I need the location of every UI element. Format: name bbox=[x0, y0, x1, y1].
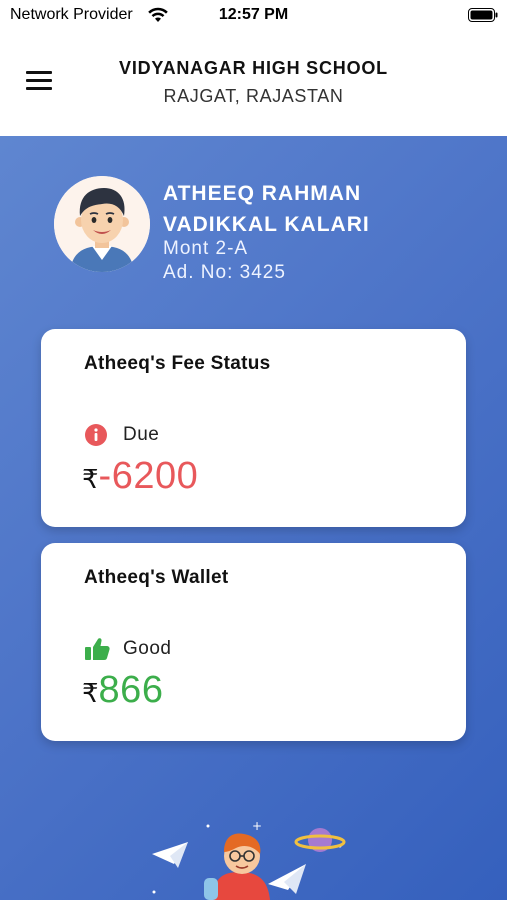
battery-icon bbox=[468, 8, 498, 22]
main-content: ATHEEQ RAHMAN VADIKKAL KALARI Mont 2-A A… bbox=[0, 136, 507, 900]
wallet-amount-value: 866 bbox=[98, 669, 164, 711]
app-header: VIDYANAGAR HIGH SCHOOL RAJGAT, RAJASTAN bbox=[0, 32, 507, 136]
thumbs-up-icon bbox=[84, 637, 110, 661]
svg-text:+: + bbox=[252, 819, 262, 833]
student-name-line1: ATHEEQ RAHMAN bbox=[163, 182, 362, 205]
student-name-line2: VADIKKAL KALARI bbox=[163, 213, 370, 236]
wallet-currency: ₹ bbox=[82, 678, 99, 708]
school-location: RAJGAT, RAJASTAN bbox=[163, 86, 344, 106]
student-name: ATHEEQ RAHMAN VADIKKAL KALARI bbox=[163, 178, 483, 240]
fee-status-label: Due bbox=[123, 424, 160, 445]
wallet-amount: ₹866 bbox=[82, 669, 163, 712]
info-icon bbox=[84, 423, 108, 447]
wallet-status-label: Good bbox=[123, 638, 172, 659]
student-avatar[interactable] bbox=[54, 176, 150, 272]
school-name: VIDYANAGAR HIGH SCHOOL bbox=[119, 58, 388, 78]
clock-time: 12:57 PM bbox=[218, 6, 289, 23]
fee-amount: ₹-6200 bbox=[82, 455, 198, 498]
fee-currency: ₹ bbox=[82, 464, 99, 494]
fee-card-title: Atheeq's Fee Status bbox=[84, 353, 271, 374]
student-class: Mont 2-A bbox=[163, 238, 249, 259]
wallet-card-title: Atheeq's Wallet bbox=[84, 567, 229, 588]
status-bar: Network Provider 12:57 PM bbox=[0, 0, 507, 32]
wallet-card[interactable]: Atheeq's Wallet Good ₹866 bbox=[41, 543, 466, 741]
fee-amount-value: -6200 bbox=[98, 455, 199, 497]
kid-rocket-illustration: + bbox=[140, 806, 370, 900]
fee-status-card[interactable]: Atheeq's Fee Status Due ₹-6200 bbox=[41, 329, 466, 527]
admission-number: Ad. No: 3425 bbox=[163, 262, 286, 283]
